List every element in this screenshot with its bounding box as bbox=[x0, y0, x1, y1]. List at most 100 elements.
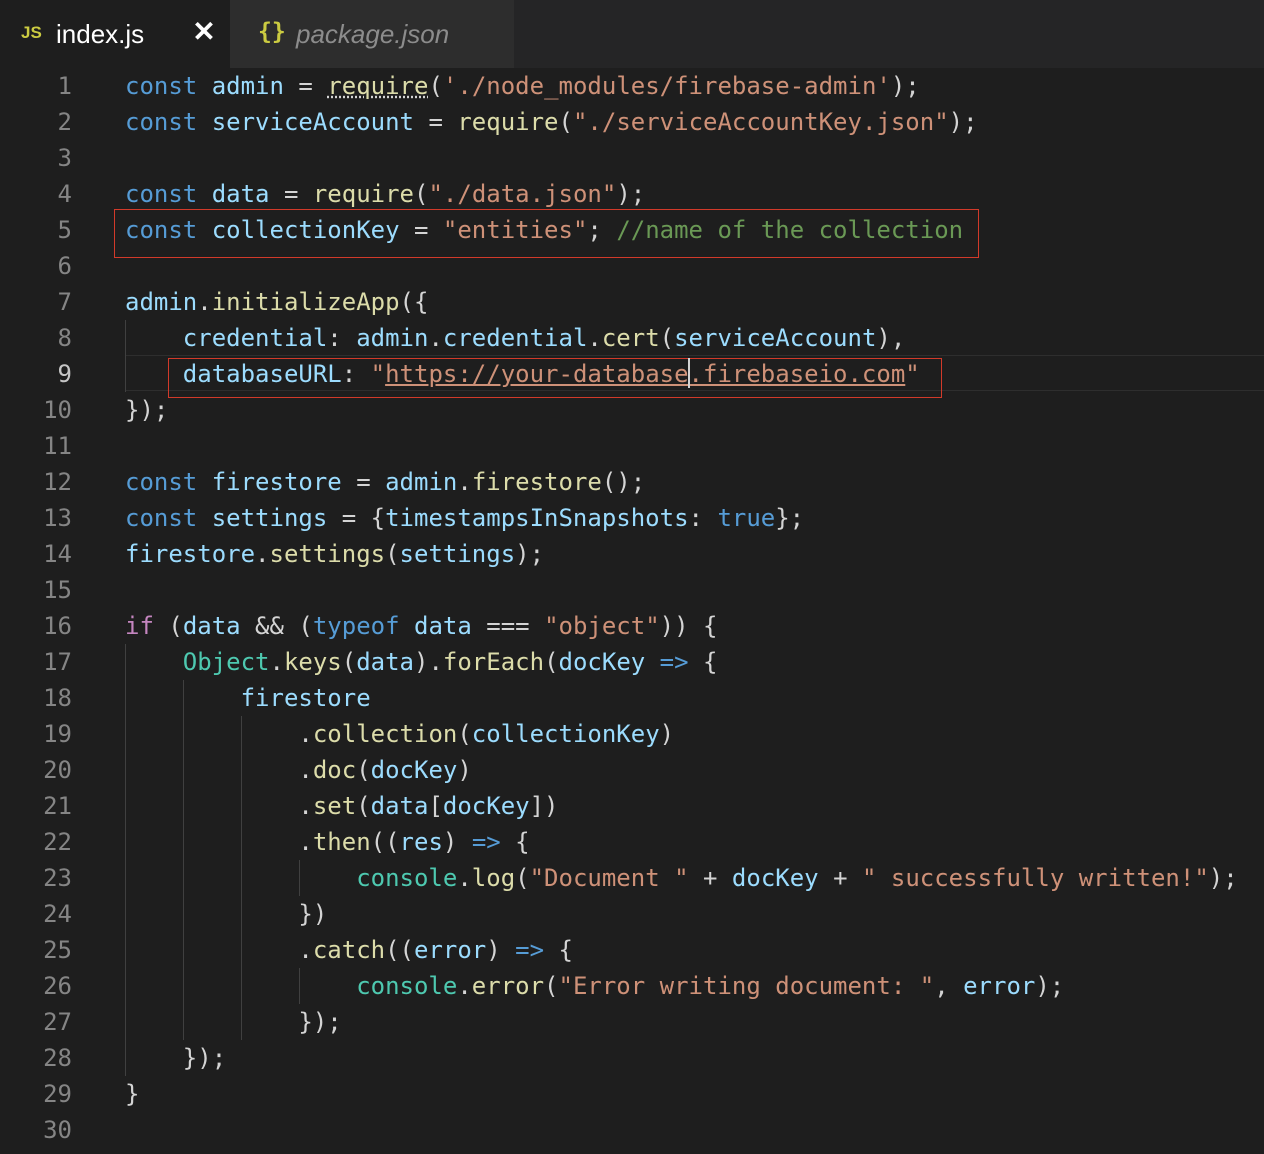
code-token: ); bbox=[515, 540, 545, 568]
line-number: 30 bbox=[43, 1116, 72, 1144]
code-line[interactable]: 14 firestore.settings(settings); bbox=[0, 536, 1264, 572]
line-number: 13 bbox=[43, 504, 72, 532]
code-line[interactable]: 13 const settings = {timestampsInSnapshot… bbox=[0, 500, 1264, 536]
code-line[interactable]: 4 const data = require("./data.json"); bbox=[0, 176, 1264, 212]
line-number: 11 bbox=[43, 432, 72, 460]
code-token: }; bbox=[775, 504, 805, 532]
code-line[interactable]: 11 bbox=[0, 428, 1264, 464]
code-line[interactable]: 8 credential: admin.credential.cert(serv… bbox=[0, 320, 1264, 356]
code-token: const bbox=[125, 504, 212, 532]
line-number: 14 bbox=[43, 540, 72, 568]
code-token: docKey bbox=[442, 792, 530, 820]
code-token: admin bbox=[211, 72, 284, 100]
code-token: . bbox=[587, 324, 602, 352]
code-token: . bbox=[125, 756, 313, 784]
code-token: cert bbox=[601, 324, 660, 352]
tab-package-json[interactable]: {} package.json bbox=[230, 0, 514, 68]
code-token: ( bbox=[153, 612, 183, 640]
code-token: error bbox=[414, 936, 487, 964]
code-line[interactable]: 27 }); bbox=[0, 1004, 1264, 1040]
code-token: ), bbox=[876, 324, 906, 352]
text-cursor bbox=[688, 358, 690, 388]
code-text: } bbox=[125, 1076, 139, 1112]
close-icon[interactable]: ✕ bbox=[192, 17, 216, 47]
code-token: serviceAccount bbox=[674, 324, 877, 352]
line-number: 4 bbox=[57, 180, 72, 208]
code-token: timestampsInSnapshots bbox=[385, 504, 689, 532]
code-token: ); bbox=[1035, 972, 1065, 1000]
code-token: "./data.json" bbox=[428, 180, 617, 208]
line-number: 20 bbox=[43, 756, 72, 784]
code-token: settings bbox=[269, 540, 386, 568]
code-line[interactable]: 29} bbox=[0, 1076, 1264, 1112]
code-line[interactable]: 15 bbox=[0, 572, 1264, 608]
code-line[interactable]: 2 const serviceAccount = require("./servi… bbox=[0, 104, 1264, 140]
code-token: firestore bbox=[125, 540, 256, 568]
line-number: 23 bbox=[43, 864, 72, 892]
code-token: "object" bbox=[544, 612, 660, 640]
code-line[interactable]: 30 bbox=[0, 1112, 1264, 1148]
code-text: firestore bbox=[125, 680, 371, 716]
code-line[interactable]: 20 .doc(docKey) bbox=[0, 752, 1264, 788]
code-line[interactable]: 16 if (data && (typeof data === "object")… bbox=[0, 608, 1264, 644]
code-line[interactable]: 7 admin.initializeApp({ bbox=[0, 284, 1264, 320]
code-token: true bbox=[717, 504, 776, 532]
code-token: catch bbox=[312, 936, 386, 964]
code-text: const firestore = admin.firestore(); bbox=[125, 464, 645, 500]
line-number: 24 bbox=[43, 900, 72, 928]
code-token: + bbox=[688, 864, 732, 892]
code-token: = bbox=[414, 108, 458, 136]
json-file-icon: {} bbox=[258, 19, 286, 45]
code-line[interactable]: 23 console.log("Document " + docKey + " … bbox=[0, 860, 1264, 896]
code-editor[interactable]: 1 const admin = require('./node_modules/f… bbox=[0, 68, 1264, 1154]
code-token: if bbox=[125, 612, 154, 640]
code-token: docKey bbox=[731, 864, 819, 892]
code-line[interactable]: 21 .set(data[docKey]) bbox=[0, 788, 1264, 824]
code-token: then bbox=[312, 828, 371, 856]
code-token: }); bbox=[125, 1044, 227, 1072]
code-text: credential: admin.credential.cert(servic… bbox=[125, 320, 906, 356]
code-line[interactable]: 25 .catch((error) => { bbox=[0, 932, 1264, 968]
code-token: serviceAccount bbox=[211, 108, 414, 136]
line-number: 19 bbox=[43, 720, 72, 748]
code-line[interactable]: 28 }); bbox=[0, 1040, 1264, 1076]
code-token: ( bbox=[414, 180, 429, 208]
code-token: ) bbox=[486, 936, 516, 964]
code-token: ( bbox=[356, 792, 371, 820]
code-line[interactable]: 26 console.error("Error writing document… bbox=[0, 968, 1264, 1004]
code-token: = { bbox=[327, 504, 386, 532]
code-line[interactable]: 1 const admin = require('./node_modules/f… bbox=[0, 68, 1264, 104]
code-text: const serviceAccount = require("./servic… bbox=[125, 104, 978, 140]
tab-index-js[interactable]: JS index.js ✕ bbox=[0, 0, 230, 68]
code-line[interactable]: 22 .then((res) => { bbox=[0, 824, 1264, 860]
code-token: forEach bbox=[442, 648, 545, 676]
code-token: "./serviceAccountKey.json" bbox=[572, 108, 949, 136]
code-token: error bbox=[963, 972, 1036, 1000]
code-token: log bbox=[471, 864, 516, 892]
code-token: collection bbox=[312, 720, 458, 748]
code-token: }); bbox=[125, 1008, 342, 1036]
code-line[interactable]: 18 firestore bbox=[0, 680, 1264, 716]
code-line[interactable]: 19 .collection(collectionKey) bbox=[0, 716, 1264, 752]
code-line[interactable]: 3 bbox=[0, 140, 1264, 176]
code-text: admin.initializeApp({ bbox=[125, 284, 428, 320]
code-token: collectionKey bbox=[471, 720, 660, 748]
code-line[interactable]: 24 }) bbox=[0, 896, 1264, 932]
code-token: { bbox=[688, 648, 718, 676]
code-token: => bbox=[471, 828, 501, 856]
code-line[interactable]: 17 Object.keys(data).forEach(docKey => { bbox=[0, 644, 1264, 680]
code-token: require bbox=[312, 180, 415, 208]
editor-tab-bar: JS index.js ✕ {} package.json bbox=[0, 0, 1264, 68]
code-token: settings bbox=[399, 540, 516, 568]
code-token: require bbox=[457, 108, 559, 136]
code-token: data bbox=[370, 792, 429, 820]
code-token: ( bbox=[515, 864, 530, 892]
code-line[interactable]: 12 const firestore = admin.firestore(); bbox=[0, 464, 1264, 500]
line-number: 26 bbox=[43, 972, 72, 1000]
code-token: docKey bbox=[558, 648, 646, 676]
code-token: const bbox=[125, 108, 212, 136]
code-token: , bbox=[934, 972, 964, 1000]
